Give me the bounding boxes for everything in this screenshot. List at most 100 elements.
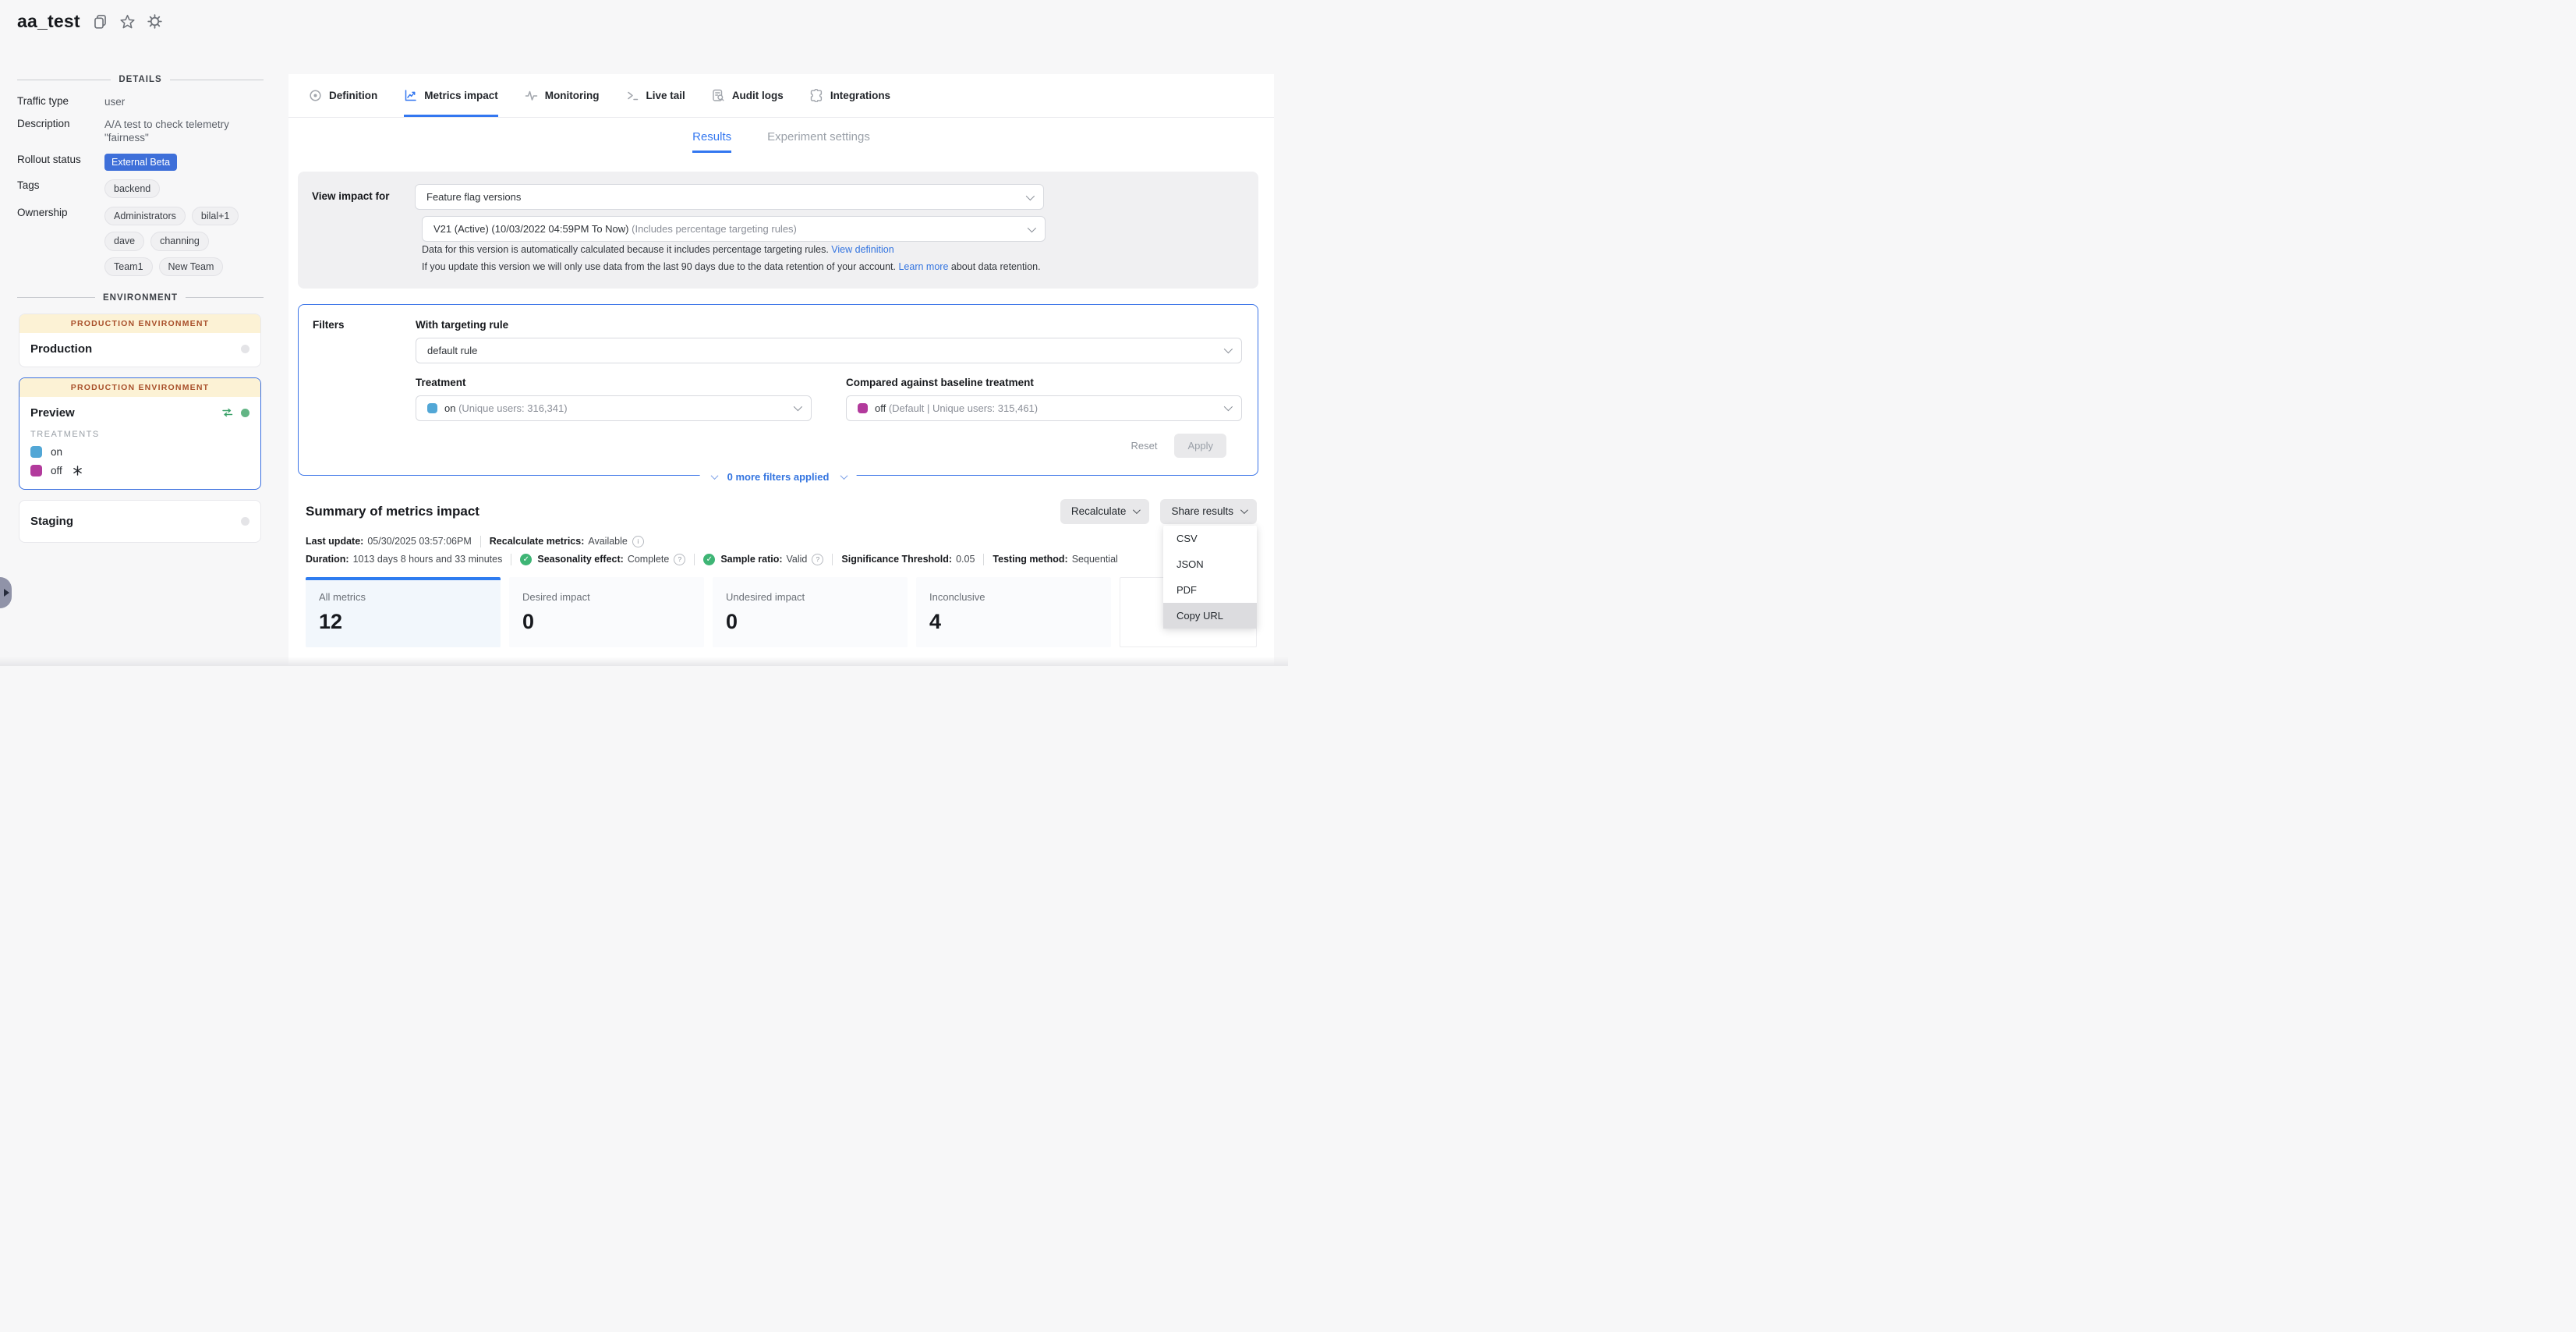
production-env-banner: PRODUCTION ENVIRONMENT [19, 378, 260, 397]
view-impact-panel: View impact for Feature flag versions V2… [298, 172, 1258, 289]
treatment-on-swatch [30, 446, 42, 458]
chevron-down-icon [1224, 345, 1233, 353]
apply-button[interactable]: Apply [1174, 434, 1226, 458]
tab-audit-logs[interactable]: Audit logs [712, 74, 784, 117]
treatment-off-label: off [51, 465, 62, 476]
owner-pill: Administrators [104, 207, 186, 225]
subtab-experiment-settings[interactable]: Experiment settings [767, 130, 870, 153]
baseline-label: Compared against baseline treatment [846, 377, 1242, 388]
metric-card-all-metrics[interactable]: All metrics 12 [306, 577, 501, 647]
treatment-on-swatch [427, 403, 437, 413]
env-name: Staging [30, 515, 241, 528]
gear-icon[interactable] [147, 14, 162, 29]
chevron-down-icon [1224, 402, 1233, 411]
status-dot [241, 409, 249, 417]
screen: aa_test DETAILS Traffic type [0, 0, 1288, 666]
swap-icon [221, 406, 234, 419]
owner-pills: Administrators bilal+1 dave channing Tea… [104, 207, 260, 276]
chevron-down-icon [1240, 506, 1248, 514]
learn-more-link[interactable]: Learn more [898, 261, 948, 272]
subtab-results[interactable]: Results [692, 130, 731, 153]
owner-pill: dave [104, 232, 144, 250]
treatment-off-swatch [30, 465, 42, 476]
rollout-status-row: Rollout status External Beta [17, 154, 264, 171]
share-results-button[interactable]: Share results [1160, 499, 1257, 524]
menu-item-json[interactable]: JSON [1163, 551, 1257, 577]
chevron-down-icon [711, 472, 719, 480]
default-treatment-asterisk-icon [73, 466, 83, 476]
treatment-off-swatch [858, 403, 868, 413]
copy-icon[interactable] [93, 14, 108, 29]
version-note-1: Data for this version is automatically c… [422, 242, 1246, 276]
treatment-label: Treatment [416, 377, 812, 388]
targeting-rule-label: With targeting rule [416, 319, 1242, 331]
owner-pill: channing [150, 232, 209, 250]
chevron-down-icon [1028, 223, 1036, 232]
baseline-select[interactable]: off (Default | Unique users: 315,461) [846, 395, 1242, 421]
env-card-preview[interactable]: PRODUCTION ENVIRONMENT Preview TREATMENT… [19, 377, 261, 490]
filters-panel: Filters With targeting rule default rule… [298, 304, 1258, 476]
metric-card-inconclusive[interactable]: Inconclusive 4 [916, 577, 1111, 647]
share-results-menu: CSV JSON PDF Copy URL [1163, 526, 1257, 629]
env-name: Preview [30, 406, 221, 420]
success-check-icon: ✓ [520, 554, 532, 565]
menu-item-pdf[interactable]: PDF [1163, 577, 1257, 603]
env-card-production[interactable]: PRODUCTION ENVIRONMENT Production [19, 314, 261, 367]
env-card-staging[interactable]: Staging [19, 500, 261, 543]
sidebar: DETAILS Traffic type user Description A/… [17, 69, 264, 553]
tab-integrations[interactable]: Integrations [810, 74, 890, 117]
impact-type-select[interactable]: Feature flag versions [415, 184, 1044, 210]
help-icon[interactable]: ? [674, 554, 685, 565]
chevron-down-icon [840, 472, 847, 480]
menu-item-csv[interactable]: CSV [1163, 526, 1257, 551]
metric-card-undesired-impact[interactable]: Undesired impact 0 [713, 577, 908, 647]
treatments-label: TREATMENTS [30, 430, 249, 439]
reset-button[interactable]: Reset [1131, 440, 1158, 452]
results-subtabs: Results Experiment settings [288, 130, 1274, 153]
app-header: aa_test [17, 11, 162, 32]
star-icon[interactable] [120, 14, 135, 29]
chevron-down-icon [1133, 506, 1141, 514]
env-name: Production [30, 342, 241, 356]
menu-item-copy-url[interactable]: Copy URL [1163, 603, 1257, 629]
chevron-down-icon [1026, 191, 1035, 200]
filters-label: Filters [299, 319, 416, 458]
view-definition-link[interactable]: View definition [831, 244, 893, 255]
targeting-rule-select[interactable]: default rule [416, 338, 1242, 363]
production-env-banner: PRODUCTION ENVIRONMENT [19, 314, 260, 333]
owner-pill: bilal+1 [192, 207, 239, 225]
info-icon[interactable]: i [632, 536, 644, 547]
summary-section: Summary of metrics impact Recalculate Sh… [306, 499, 1257, 647]
tab-definition[interactable]: Definition [309, 74, 377, 117]
summary-stats-line-2: Duration:1013 days 8 hours and 33 minute… [306, 554, 1257, 565]
chevron-down-icon [794, 402, 802, 411]
success-check-icon: ✓ [703, 554, 715, 565]
version-select[interactable]: V21 (Active) (10/03/2022 04:59PM To Now)… [422, 216, 1046, 242]
tag-pill: backend [104, 179, 160, 198]
recalculate-button[interactable]: Recalculate [1060, 499, 1150, 524]
owner-pill: Team1 [104, 257, 153, 276]
tab-monitoring[interactable]: Monitoring [525, 74, 600, 117]
status-dot [241, 517, 249, 526]
traffic-type-row: Traffic type user [17, 95, 264, 109]
tab-metrics-impact[interactable]: Metrics impact [404, 74, 498, 117]
summary-stats-line-1: Last update:05/30/2025 03:57:06PM Recalc… [306, 536, 1257, 547]
more-filters-toggle[interactable]: 0 more filters applied [700, 471, 857, 483]
main-panel: Definition Metrics impact Monitoring [288, 74, 1274, 666]
description-row: Description A/A test to check telemetry … [17, 118, 264, 145]
summary-title: Summary of metrics impact [306, 504, 1060, 519]
help-icon[interactable]: ? [812, 554, 823, 565]
metric-card-desired-impact[interactable]: Desired impact 0 [509, 577, 704, 647]
bottom-shadow [0, 657, 1288, 666]
owner-pill: New Team [159, 257, 224, 276]
details-heading: DETAILS [17, 75, 264, 84]
sidebar-expand-handle[interactable] [0, 577, 12, 608]
view-impact-label: View impact for [298, 184, 415, 276]
treatment-select[interactable]: on (Unique users: 316,341) [416, 395, 812, 421]
treatment-off-row: off [30, 465, 249, 476]
page-title: aa_test [17, 11, 80, 32]
status-dot [241, 345, 249, 353]
metric-summary-cards: All metrics 12 Desired impact 0 Undesire… [306, 577, 1257, 647]
ownership-row: Ownership Administrators bilal+1 dave ch… [17, 207, 264, 276]
tab-live-tail[interactable]: Live tail [626, 74, 685, 117]
